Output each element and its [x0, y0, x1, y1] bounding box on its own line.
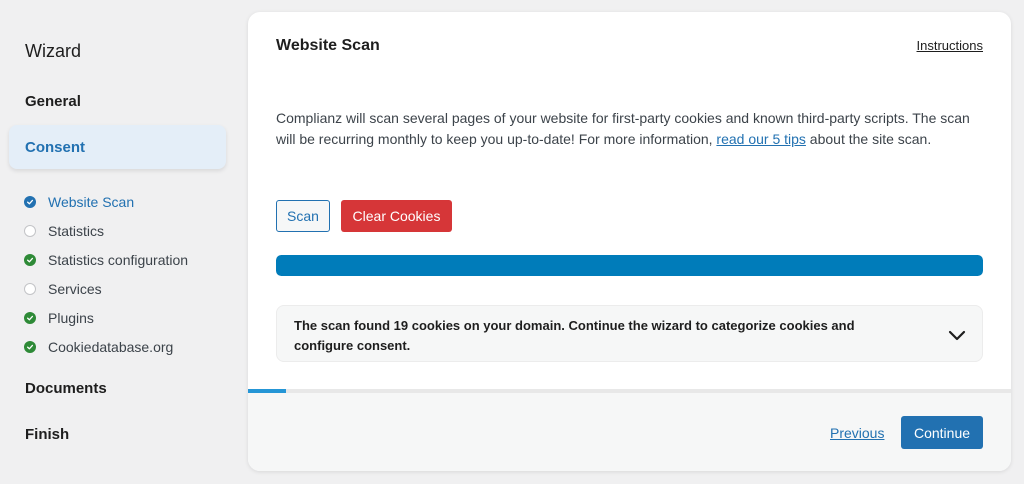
check-circle-icon [24, 253, 36, 266]
sidebar-step-cookiedatabase[interactable]: Cookiedatabase.org [24, 332, 188, 361]
sidebar-section-documents[interactable]: Documents [25, 380, 107, 397]
sidebar: Wizard General Consent Website Scan Stat… [0, 0, 240, 484]
sidebar-section-general[interactable]: General [25, 93, 81, 110]
empty-circle-icon [24, 282, 36, 295]
sidebar-step-label: Plugins [48, 309, 94, 326]
scan-result-text: The scan found 19 cookies on your domain… [294, 318, 855, 353]
sidebar-step-services[interactable]: Services [24, 274, 188, 303]
sidebar-step-statistics[interactable]: Statistics [24, 216, 188, 245]
continue-button[interactable]: Continue [901, 416, 983, 449]
card-footer: Previous Continue [248, 393, 1011, 471]
sidebar-section-finish[interactable]: Finish [25, 426, 69, 443]
sidebar-steps: Website Scan Statistics Statistics confi… [24, 187, 188, 361]
scan-progress-bar [276, 255, 983, 276]
sidebar-step-label: Cookiedatabase.org [48, 338, 174, 355]
sidebar-step-website-scan[interactable]: Website Scan [24, 187, 188, 216]
sidebar-section-consent-label: Consent [25, 139, 85, 156]
instructions-link[interactable]: Instructions [917, 38, 983, 53]
check-circle-icon [24, 195, 36, 208]
clear-cookies-button[interactable]: Clear Cookies [341, 200, 452, 232]
sidebar-step-label: Statistics [48, 222, 105, 239]
sidebar-step-statistics-configuration[interactable]: Statistics configuration [24, 245, 188, 274]
check-circle-icon [24, 311, 36, 324]
check-circle-icon [24, 340, 36, 353]
intro-text-end: about the site scan. [805, 131, 932, 147]
chevron-down-icon[interactable] [948, 326, 966, 344]
previous-link[interactable]: Previous [830, 425, 884, 441]
scan-result-panel[interactable]: The scan found 19 cookies on your domain… [276, 305, 983, 362]
wizard-title: Wizard [25, 41, 82, 61]
main-card: Website Scan Instructions Complianz will… [248, 12, 1011, 471]
empty-circle-icon [24, 224, 36, 237]
intro-text: Complianz will scan several pages of you… [276, 108, 976, 150]
tips-link[interactable]: read our 5 tips [716, 131, 806, 147]
scan-button[interactable]: Scan [276, 200, 330, 232]
sidebar-step-label: Services [48, 280, 102, 297]
page-title: Website Scan [276, 37, 380, 54]
sidebar-section-consent[interactable]: Consent [9, 125, 226, 169]
sidebar-step-plugins[interactable]: Plugins [24, 303, 188, 332]
sidebar-step-label: Statistics configuration [48, 251, 189, 268]
scan-progress-fill [276, 255, 983, 276]
sidebar-step-label: Website Scan [48, 193, 135, 210]
